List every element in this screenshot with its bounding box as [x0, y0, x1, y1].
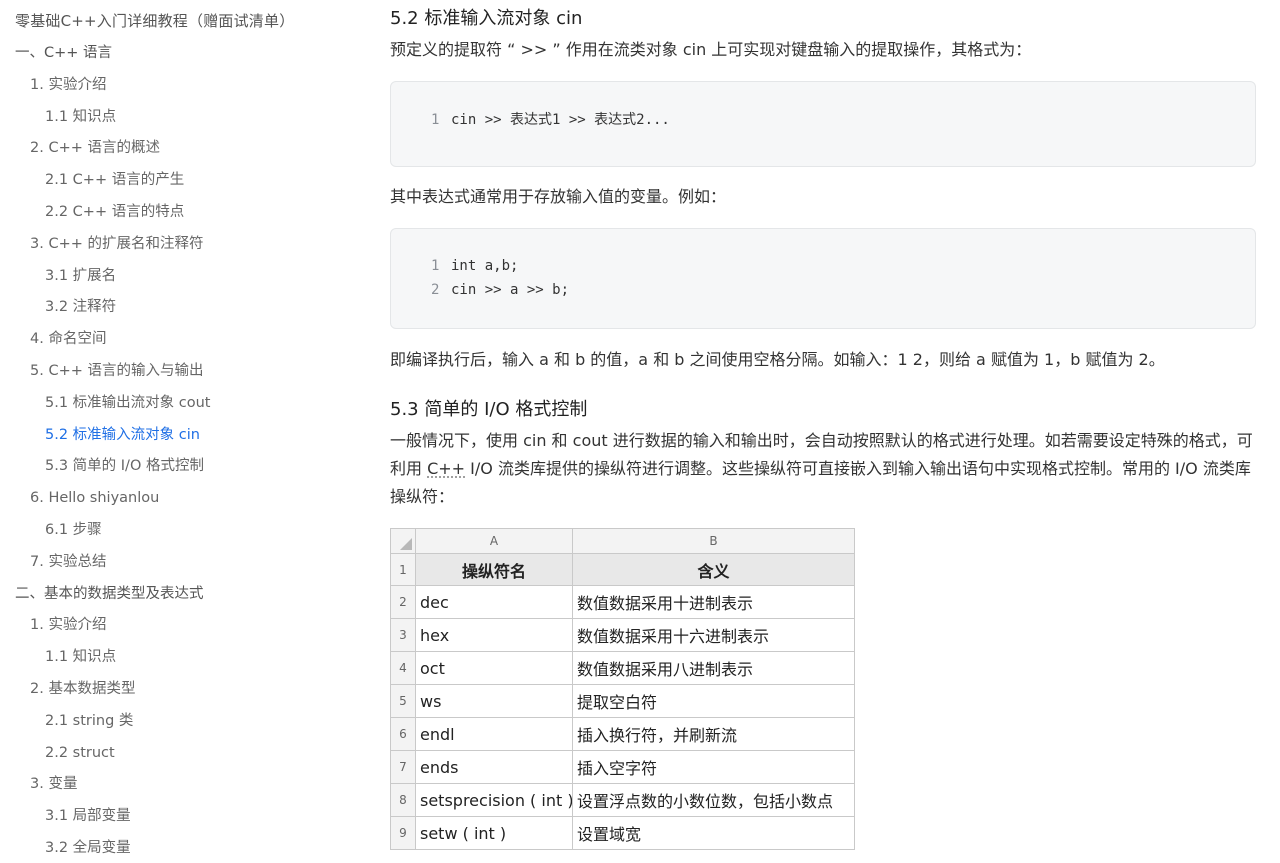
column-header-row: A B — [390, 528, 855, 554]
line-number: 1 — [431, 112, 440, 128]
toc-item[interactable]: 1.1 知识点 — [45, 107, 116, 127]
row-number[interactable]: 5 — [390, 684, 416, 718]
toc-item[interactable]: 2.1 C++ 语言的产生 — [45, 170, 184, 190]
toc-item[interactable]: 6. Hello shiyanlou — [30, 488, 159, 508]
select-all-corner[interactable] — [390, 528, 416, 554]
toc-item[interactable]: 2.2 C++ 语言的特点 — [45, 202, 184, 222]
toc-item[interactable]: 2.1 string 类 — [45, 711, 133, 731]
table-row: 4 oct 数值数据采用八进制表示 — [390, 651, 855, 685]
paragraph-io-format: 一般情况下，使用 cin 和 cout 进行数据的输入和输出时，会自动按照默认的… — [390, 427, 1258, 511]
table-row: 2 dec 数值数据采用十进制表示 — [390, 585, 855, 619]
cell-meaning[interactable]: 数值数据采用十六进制表示 — [572, 618, 855, 652]
code-block-cin-format: 1 cin >> 表达式1 >> 表达式2... — [390, 81, 1256, 167]
toc-item[interactable]: 2. 基本数据类型 — [30, 679, 135, 699]
row-number[interactable]: 7 — [390, 750, 416, 784]
toc-item[interactable]: 2.2 struct — [45, 743, 115, 763]
row-number[interactable]: 9 — [390, 816, 416, 850]
paragraph-cin-intro: 预定义的提取符 “ >> ” 作用在流类对象 cin 上可实现对键盘输入的提取操… — [390, 40, 1032, 59]
cell-manipulator[interactable]: setw ( int ) — [415, 816, 573, 850]
code-text: cin >> a >> b; — [451, 282, 570, 298]
code-text: int a,b; — [451, 258, 519, 274]
row-number[interactable]: 8 — [390, 783, 416, 817]
toc-item[interactable]: 3. C++ 的扩展名和注释符 — [30, 234, 203, 254]
cell-meaning[interactable]: 数值数据采用八进制表示 — [572, 651, 855, 685]
toc-item[interactable]: 7. 实验总结 — [30, 552, 106, 572]
header-cell-manipulator[interactable]: 操纵符名 — [415, 553, 573, 586]
cpp-term-link[interactable]: C++ — [427, 459, 465, 478]
article-content: 5.2 标准输入流对象 cin 预定义的提取符 “ >> ” 作用在流类对象 c… — [390, 0, 1260, 863]
code-line: 1 int a,b; — [431, 255, 518, 277]
line-number: 2 — [431, 282, 440, 298]
table-row: 6 endl 插入换行符，并刷新流 — [390, 717, 855, 751]
cell-meaning[interactable]: 数值数据采用十进制表示 — [572, 585, 855, 619]
cell-manipulator[interactable]: oct — [415, 651, 573, 685]
toc-item[interactable]: 5.2 标准输入流对象 cin — [45, 425, 200, 445]
line-number: 1 — [431, 258, 440, 274]
cell-meaning[interactable]: 插入换行符，并刷新流 — [572, 717, 855, 751]
paragraph-cin-result: 即编译执行后，输入 a 和 b 的值，a 和 b 之间使用空格分隔。如输入：1 … — [390, 350, 1165, 369]
toc-item[interactable]: 1.1 知识点 — [45, 647, 116, 667]
table-row: 8 setsprecision ( int ) 设置浮点数的小数位数，包括小数点 — [390, 783, 855, 817]
code-block-cin-example: 1 int a,b; 2 cin >> a >> b; — [390, 228, 1256, 329]
column-header-b[interactable]: B — [572, 528, 855, 554]
row-number[interactable]: 2 — [390, 585, 416, 619]
table-header-row: 1 操纵符名 含义 — [390, 553, 855, 586]
toc-item[interactable]: 1. 实验介绍 — [30, 615, 106, 635]
table-body: 2 dec 数值数据采用十进制表示 3 hex 数值数据采用十六进制表示 4 oct 数值数据采… — [390, 585, 855, 850]
toc-item[interactable]: 3.2 注释符 — [45, 297, 116, 317]
cell-meaning[interactable]: 设置浮点数的小数位数，包括小数点 — [572, 783, 855, 817]
section-title-5-3: 5.3 简单的 I/O 格式控制 — [390, 399, 588, 420]
corner-triangle-icon — [400, 538, 412, 550]
article-page: 零基础C++入门详细教程（赠面试清单） 一、C++ 语言 1. 实验介绍 1.1 知… — [0, 0, 1280, 863]
code-text: cin >> 表达式1 >> 表达式2... — [451, 112, 670, 128]
cell-manipulator[interactable]: hex — [415, 618, 573, 652]
manipulator-table: A B 1 操纵符名 含义 2 dec 数值数据采用十进制表示 3 hex 数值数据采用十… — [390, 528, 855, 850]
toc-item[interactable]: 3.2 全局变量 — [45, 838, 131, 858]
cell-manipulator[interactable]: setsprecision ( int ) — [415, 783, 573, 817]
row-number[interactable]: 3 — [390, 618, 416, 652]
cell-manipulator[interactable]: endl — [415, 717, 573, 751]
cell-meaning[interactable]: 提取空白符 — [572, 684, 855, 718]
table-of-contents: 零基础C++入门详细教程（赠面试清单） 一、C++ 语言 1. 实验介绍 1.1 知… — [0, 0, 360, 863]
toc-item[interactable]: 3.1 局部变量 — [45, 806, 131, 826]
table-row: 3 hex 数值数据采用十六进制表示 — [390, 618, 855, 652]
toc-item[interactable]: 二、基本的数据类型及表达式 — [15, 584, 204, 604]
cell-manipulator[interactable]: ws — [415, 684, 573, 718]
toc-item[interactable]: 6.1 步骤 — [45, 520, 102, 540]
cell-meaning[interactable]: 插入空字符 — [572, 750, 855, 784]
paragraph-expression-note: 其中表达式通常用于存放输入值的变量。例如： — [390, 187, 727, 206]
paragraph-text: I/O 流类库提供的操纵符进行调整。这些操纵符可直接嵌入到输入输出语句中实现格式… — [390, 459, 1251, 506]
toc-item[interactable]: 5.1 标准输出流对象 cout — [45, 393, 211, 413]
toc-title[interactable]: 零基础C++入门详细教程（赠面试清单） — [15, 10, 294, 31]
cell-meaning[interactable]: 设置域宽 — [572, 816, 855, 850]
table-row: 5 ws 提取空白符 — [390, 684, 855, 718]
toc-item[interactable]: 4. 命名空间 — [30, 329, 106, 349]
row-number[interactable]: 4 — [390, 651, 416, 685]
section-title-5-2: 5.2 标准输入流对象 cin — [390, 8, 583, 29]
toc-item[interactable]: 5. C++ 语言的输入与输出 — [30, 361, 203, 381]
column-header-a[interactable]: A — [415, 528, 573, 554]
toc-item[interactable]: 5.3 简单的 I/O 格式控制 — [45, 456, 204, 476]
toc-item[interactable]: 3.1 扩展名 — [45, 266, 116, 286]
code-line: 1 cin >> 表达式1 >> 表达式2... — [431, 109, 670, 131]
header-cell-meaning[interactable]: 含义 — [572, 553, 855, 586]
code-line: 2 cin >> a >> b; — [431, 279, 569, 301]
toc-item[interactable]: 3. 变量 — [30, 774, 77, 794]
cell-manipulator[interactable]: ends — [415, 750, 573, 784]
cell-manipulator[interactable]: dec — [415, 585, 573, 619]
table-row: 9 setw ( int ) 设置域宽 — [390, 816, 855, 850]
toc-item[interactable]: 一、C++ 语言 — [15, 43, 112, 63]
toc-item[interactable]: 1. 实验介绍 — [30, 75, 106, 95]
table-row: 7 ends 插入空字符 — [390, 750, 855, 784]
toc-item[interactable]: 2. C++ 语言的概述 — [30, 138, 160, 158]
row-number[interactable]: 1 — [390, 553, 416, 586]
row-number[interactable]: 6 — [390, 717, 416, 751]
